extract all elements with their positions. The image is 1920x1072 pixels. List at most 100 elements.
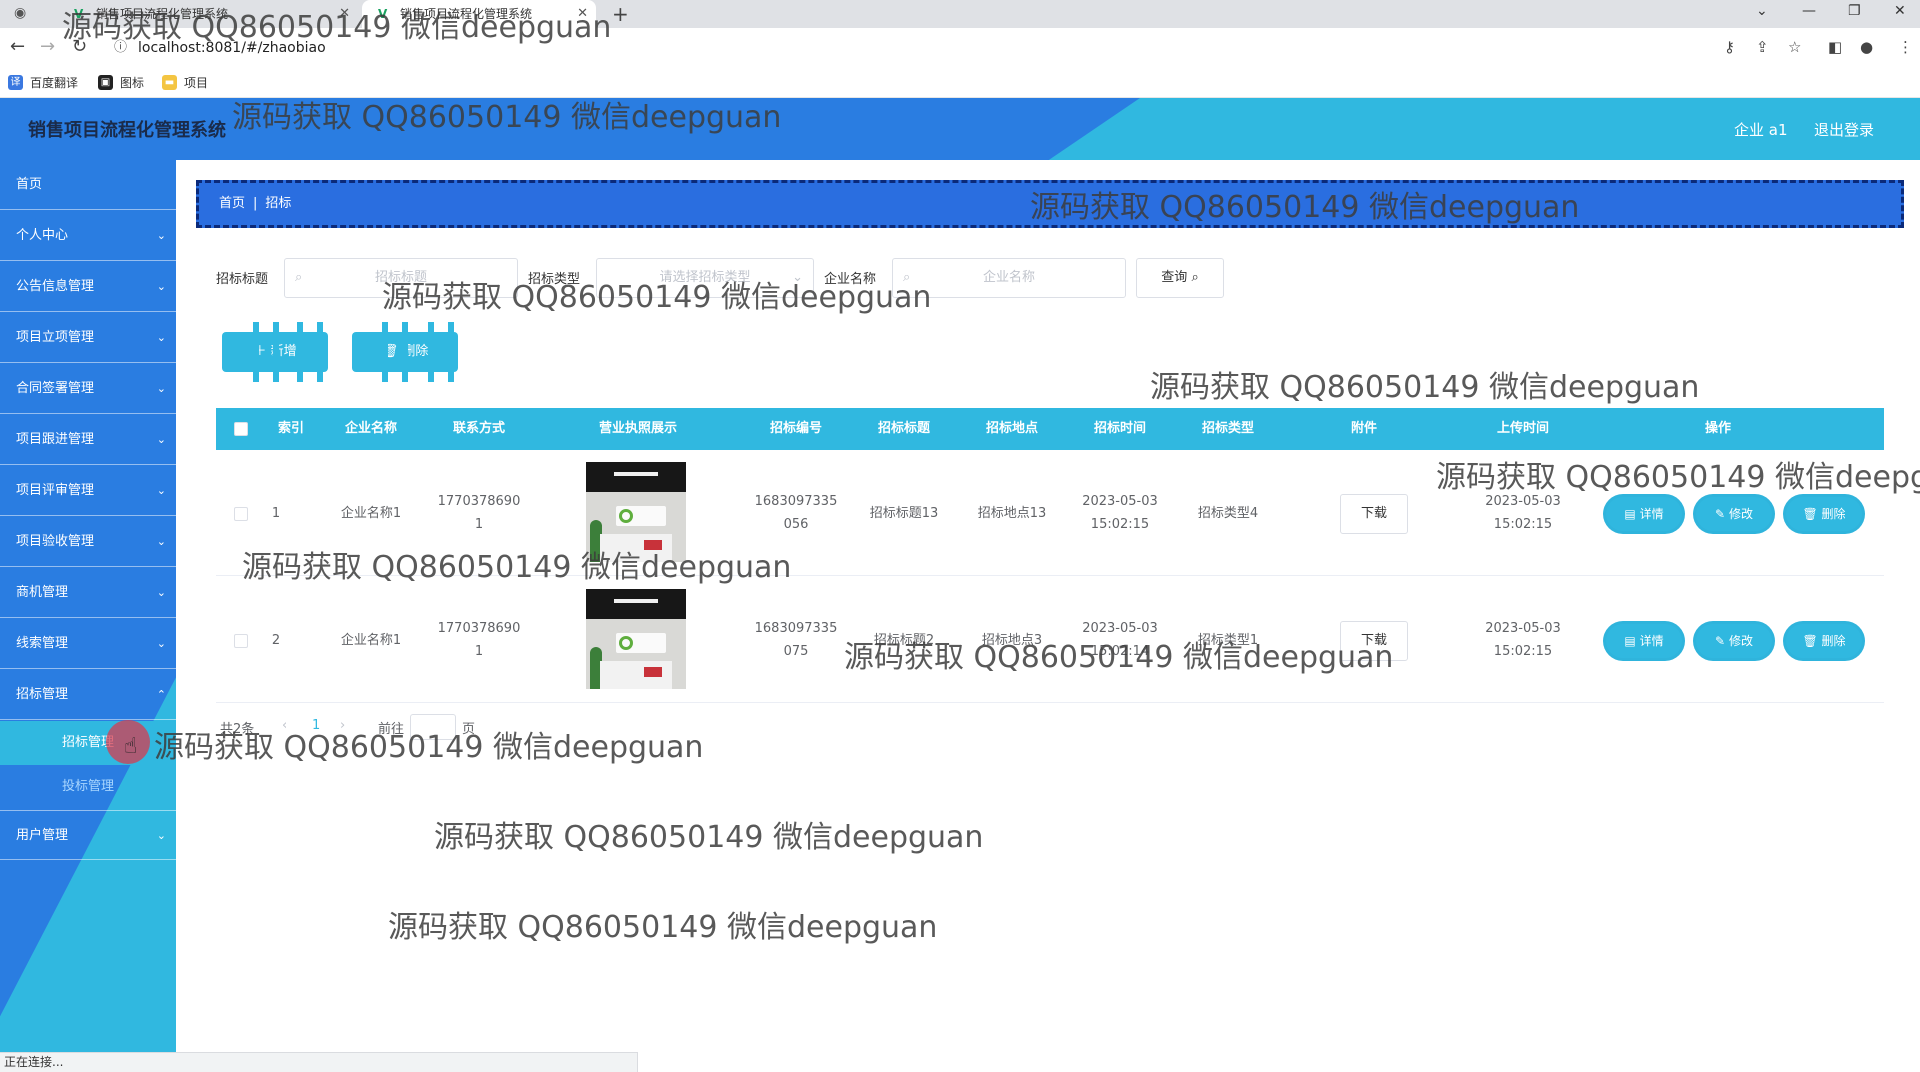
chevron-down-icon: ⌄	[156, 535, 166, 548]
key-icon[interactable]: ⚷	[1724, 38, 1735, 56]
minimize-icon[interactable]: —	[1802, 3, 1816, 19]
menu-icon[interactable]: ⋮	[1898, 38, 1913, 56]
sidebar-item-project-follow[interactable]: 项目跟进管理 ⌄	[0, 415, 176, 465]
sidebar-item-project-review[interactable]: 项目评审管理 ⌄	[0, 466, 176, 516]
tab-list-icon[interactable]: ⌄	[1756, 3, 1768, 19]
current-user: 企业 a1	[1734, 121, 1788, 139]
cell-time: 2023-05-03 15:02:14	[1082, 621, 1158, 659]
bookmark-project[interactable]: ▬ 项目	[162, 74, 208, 92]
logout-link[interactable]: 退出登录	[1814, 119, 1874, 140]
license-image[interactable]	[586, 462, 686, 562]
chevron-down-icon: ⌄	[156, 586, 166, 599]
sidebar-item-opportunity[interactable]: 商机管理 ⌄	[0, 568, 176, 618]
restore-icon[interactable]: ❐	[1848, 3, 1861, 19]
reload-icon[interactable]: ↻	[72, 36, 87, 57]
row-checkbox[interactable]	[234, 634, 248, 648]
plus-icon: ＋	[253, 344, 267, 359]
sidebar: 首页 个人中心 ⌄ 公告信息管理 ⌄ 项目立项管理 ⌄ 合同签署管理 ⌄ 项目跟进管理 ⌄…	[0, 160, 176, 1052]
address-bar-row: ← → ↻ ⓘ localhost:8081/#/zhaobiao ⚷ ⇪ ☆ …	[0, 28, 1920, 68]
close-window-icon[interactable]: ✕	[1894, 3, 1906, 19]
sidebar-item-home[interactable]: 首页	[0, 160, 176, 210]
sidebar-item-project-acceptance[interactable]: 项目验收管理 ⌄	[0, 517, 176, 567]
breadcrumb-current: 招标	[265, 196, 292, 211]
url-input[interactable]: ⓘ localhost:8081/#/zhaobiao	[112, 32, 1712, 64]
bookmarks-bar: 译 百度翻译 ▣ 图标 ▬ 项目	[0, 68, 1920, 98]
query-button[interactable]: 查询 ⌕	[1136, 258, 1224, 298]
watermark: 源码获取 QQ86050149 微信deepguan	[388, 910, 938, 945]
title-filter-label: 招标标题	[216, 272, 269, 287]
select-all-checkbox[interactable]	[234, 422, 248, 436]
prev-page-icon[interactable]: ‹	[282, 718, 287, 733]
title-search-input[interactable]: ⌕ 招标标题	[284, 258, 518, 298]
sidebar-item-notice[interactable]: 公告信息管理 ⌄	[0, 262, 176, 312]
site-info-icon[interactable]: ⓘ	[114, 32, 127, 64]
edit-button[interactable]: ✎ 修改	[1696, 624, 1772, 658]
delete-button[interactable]: 🗑 删除	[1786, 497, 1862, 531]
watermark: 源码获取 QQ86050149 微信deepguan	[434, 820, 984, 855]
detail-button[interactable]: ▤ 详情	[1606, 624, 1682, 658]
sidebar-subitem-bid-management[interactable]: 投标管理	[0, 765, 176, 809]
close-tab-icon[interactable]: ✕	[339, 0, 350, 28]
back-icon[interactable]: ←	[10, 36, 25, 57]
profile-icon[interactable]: ●	[1860, 38, 1873, 56]
bookmark-icons[interactable]: ▣ 图标	[98, 74, 144, 92]
cell-number: 1683097335 075	[754, 621, 838, 659]
document-icon: ▤	[1624, 634, 1636, 648]
sidepanel-icon[interactable]: ◧	[1828, 38, 1842, 56]
watermark: 源码获取 QQ86050149 微信deepguan	[1150, 370, 1700, 405]
pagination-page[interactable]: 1	[312, 718, 320, 733]
row-checkbox[interactable]	[234, 507, 248, 521]
delete-button[interactable]: 🗑 删除	[1786, 624, 1862, 658]
download-button[interactable]: 下载	[1340, 621, 1408, 661]
header-title: 招标标题	[877, 421, 930, 436]
search-icon: ⌕	[903, 270, 911, 285]
next-page-icon[interactable]: ›	[340, 718, 345, 733]
browser-tab-2[interactable]: V 销售项目流程化管理系统 ✕	[362, 0, 596, 28]
chevron-down-icon: ⌄	[156, 280, 166, 293]
forward-icon[interactable]: →	[40, 36, 55, 57]
cell-number: 1683097335 056	[754, 494, 838, 532]
page-jump-input[interactable]	[410, 714, 456, 740]
cell-contact: 1770378690 1	[437, 621, 521, 659]
cell-time: 2023-05-03 15:02:15	[1082, 494, 1158, 532]
breadcrumb-separator: |	[253, 196, 258, 211]
cell-title: 招标标题13	[869, 506, 939, 521]
new-tab-icon[interactable]: +	[612, 2, 629, 26]
folder-icon: ▬	[162, 75, 177, 90]
pagination-unit: 页	[462, 722, 476, 737]
detail-button[interactable]: ▤ 详情	[1606, 497, 1682, 531]
sidebar-item-project-setup[interactable]: 项目立项管理 ⌄	[0, 313, 176, 363]
cell-title: 招标标题2	[873, 633, 935, 648]
tab-search-icon[interactable]: ◉	[14, 5, 26, 21]
breadcrumb-home[interactable]: 首页	[219, 196, 245, 211]
browser-tab-1[interactable]: V 销售项目流程化管理系统 ✕	[58, 0, 358, 28]
sidebar-item-leads[interactable]: 线索管理 ⌄	[0, 619, 176, 669]
share-icon[interactable]: ⇪	[1756, 38, 1769, 56]
document-icon: ▤	[1624, 507, 1636, 521]
cell-company: 企业名称1	[340, 633, 402, 648]
license-image[interactable]	[586, 589, 686, 689]
vue-favicon-icon: V	[74, 7, 84, 21]
add-button[interactable]: ＋ 新增	[222, 322, 328, 382]
sidebar-item-contract[interactable]: 合同签署管理 ⌄	[0, 364, 176, 414]
cell-contact: 1770378690 1	[437, 494, 521, 532]
trash-icon: 🗑	[1802, 507, 1818, 521]
cell-index: 2	[271, 633, 281, 648]
download-button[interactable]: 下载	[1340, 494, 1408, 534]
app-header: 销售项目流程化管理系统 企业 a1 退出登录	[0, 98, 1920, 160]
sidebar-item-tender[interactable]: 招标管理 ⌃	[0, 670, 176, 720]
close-tab-icon[interactable]: ✕	[577, 0, 588, 28]
batch-delete-button[interactable]: 🗑 删除	[352, 322, 458, 382]
star-icon[interactable]: ☆	[1788, 38, 1801, 56]
bookmark-baidu-translate[interactable]: 译 百度翻译	[8, 74, 78, 92]
header-contact: 联系方式	[452, 421, 505, 436]
cell-upload-time: 2023-05-03 15:02:15	[1485, 494, 1561, 532]
table-header: 索引 企业名称 联系方式 营业执照展示 招标编号 招标标题 招标地点 招标时间 …	[216, 408, 1884, 450]
table-row: 1 企业名称1 1770378690 1 1683097335 056 招标标题…	[216, 450, 1884, 576]
company-search-input[interactable]: ⌕ 企业名称	[892, 258, 1126, 298]
sidebar-item-users[interactable]: 用户管理 ⌄	[0, 810, 176, 860]
type-select[interactable]: 请选择招标类型 ⌄	[596, 258, 814, 298]
chevron-up-icon: ⌃	[156, 688, 166, 701]
sidebar-item-personal-center[interactable]: 个人中心 ⌄	[0, 211, 176, 261]
edit-button[interactable]: ✎ 修改	[1696, 497, 1772, 531]
